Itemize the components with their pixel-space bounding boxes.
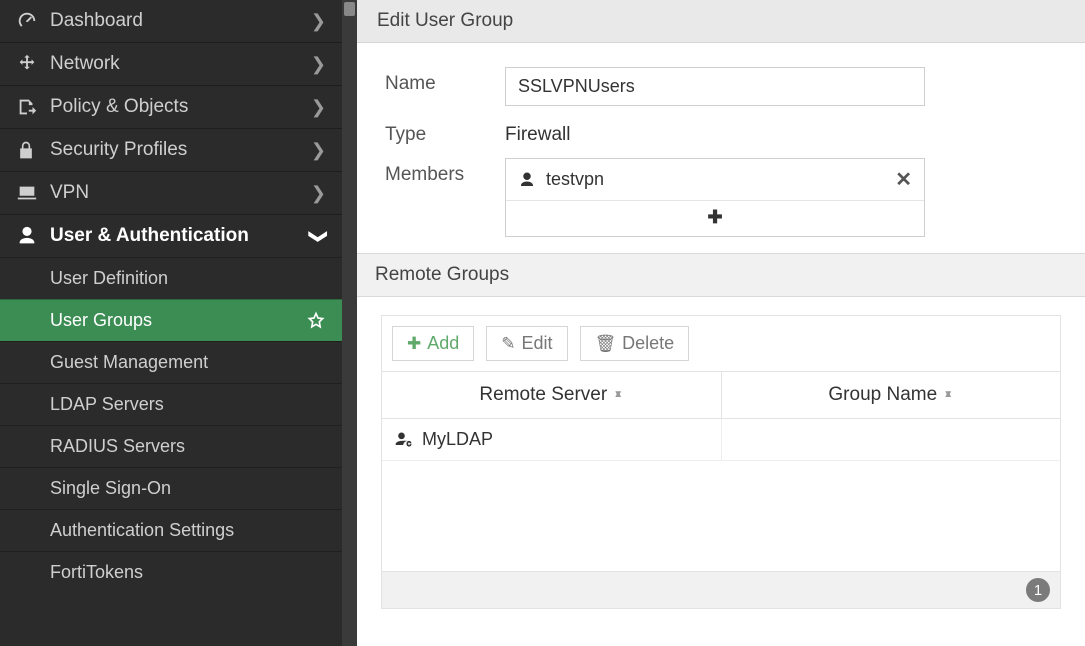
col-label: Group Name bbox=[828, 384, 937, 406]
grid-empty-space bbox=[382, 461, 1060, 571]
row-count-badge: 1 bbox=[1026, 578, 1050, 602]
sidebar-sub-label: Guest Management bbox=[50, 352, 208, 373]
type-value: Firewall bbox=[505, 118, 925, 146]
lock-icon bbox=[16, 140, 44, 160]
remote-groups-grid: Remote Server ▲▼ Group Name ▲▼ MyLDAP bbox=[381, 371, 1061, 609]
sidebar-sub-label: Single Sign-On bbox=[50, 478, 171, 499]
add-button[interactable]: ✚ Add bbox=[392, 326, 474, 361]
sidebar-sub-fortitokens[interactable]: FortiTokens bbox=[0, 551, 342, 593]
grid-header: Remote Server ▲▼ Group Name ▲▼ bbox=[382, 372, 1060, 419]
edit-button-label: Edit bbox=[522, 333, 553, 354]
gauge-icon bbox=[16, 10, 44, 32]
star-icon[interactable] bbox=[306, 311, 326, 331]
sidebar-item-label: Dashboard bbox=[50, 10, 311, 32]
members-box: testvpn ✕ ✚ bbox=[505, 158, 925, 237]
delete-button[interactable]: 🗑 Delete bbox=[580, 326, 690, 361]
sidebar-sub-label: User Definition bbox=[50, 268, 168, 289]
trash-icon: 🗑 bbox=[595, 334, 617, 354]
sidebar-nav: Dashboard ❯ Network ❯ Policy & Objects ❯… bbox=[0, 0, 342, 646]
table-row[interactable]: MyLDAP bbox=[382, 419, 1060, 461]
user-group-form: Name Type Firewall Members testvpn ✕ bbox=[357, 43, 1085, 237]
laptop-icon bbox=[16, 182, 44, 204]
sidebar-sub-label: LDAP Servers bbox=[50, 394, 164, 415]
sidebar-sub-label: Authentication Settings bbox=[50, 520, 234, 541]
sidebar-scrollbar[interactable] bbox=[342, 0, 357, 646]
sidebar-item-label: Network bbox=[50, 53, 311, 75]
sidebar-item-label: Policy & Objects bbox=[50, 96, 311, 118]
sidebar-sub-label: RADIUS Servers bbox=[50, 436, 185, 457]
user-icon bbox=[16, 225, 44, 247]
main-content: Edit User Group Name Type Firewall Membe… bbox=[357, 0, 1085, 646]
sidebar-item-label: User & Authentication bbox=[50, 225, 311, 247]
user-icon bbox=[518, 171, 536, 189]
cell-group-name bbox=[722, 419, 1061, 460]
sidebar-item-user-auth[interactable]: User & Authentication ❯ bbox=[0, 214, 342, 257]
plus-icon: ✚ bbox=[407, 334, 421, 354]
policy-icon bbox=[16, 96, 44, 118]
edit-button[interactable]: ✎ Edit bbox=[486, 326, 567, 361]
page-title: Edit User Group bbox=[357, 0, 1085, 43]
chevron-right-icon: ❯ bbox=[311, 140, 326, 161]
col-group-name[interactable]: Group Name ▲▼ bbox=[722, 372, 1061, 418]
pencil-icon: ✎ bbox=[501, 334, 515, 354]
name-label: Name bbox=[385, 67, 505, 95]
member-label: testvpn bbox=[546, 169, 895, 190]
add-member-button[interactable]: ✚ bbox=[506, 200, 924, 236]
sidebar-sub-ldap-servers[interactable]: LDAP Servers bbox=[0, 383, 342, 425]
chevron-down-icon: ❯ bbox=[308, 228, 329, 243]
delete-button-label: Delete bbox=[622, 333, 674, 354]
move-icon bbox=[16, 53, 44, 75]
sidebar-item-network[interactable]: Network ❯ bbox=[0, 42, 342, 85]
cell-value: MyLDAP bbox=[422, 429, 493, 450]
chevron-right-icon: ❯ bbox=[311, 54, 326, 75]
sidebar-item-label: VPN bbox=[50, 182, 311, 204]
sidebar-sub-guest-management[interactable]: Guest Management bbox=[0, 341, 342, 383]
remote-groups-toolbar: ✚ Add ✎ Edit 🗑 Delete bbox=[381, 315, 1061, 371]
sidebar: Dashboard ❯ Network ❯ Policy & Objects ❯… bbox=[0, 0, 357, 646]
sidebar-sub-radius-servers[interactable]: RADIUS Servers bbox=[0, 425, 342, 467]
remove-member-icon[interactable]: ✕ bbox=[895, 167, 912, 192]
sidebar-sub-user-groups[interactable]: User Groups bbox=[0, 299, 342, 341]
members-label: Members bbox=[385, 158, 505, 186]
remote-groups-body: ✚ Add ✎ Edit 🗑 Delete Remote Server ▲▼ G… bbox=[357, 297, 1085, 637]
sidebar-sub-sso[interactable]: Single Sign-On bbox=[0, 467, 342, 509]
sidebar-sub-label: User Groups bbox=[50, 310, 152, 331]
sidebar-item-dashboard[interactable]: Dashboard ❯ bbox=[0, 0, 342, 42]
cell-remote-server: MyLDAP bbox=[382, 419, 722, 460]
member-item[interactable]: testvpn ✕ bbox=[506, 159, 924, 200]
sidebar-item-security[interactable]: Security Profiles ❯ bbox=[0, 128, 342, 171]
sidebar-item-label: Security Profiles bbox=[50, 139, 311, 161]
scrollbar-thumb[interactable] bbox=[344, 2, 355, 16]
sidebar-sub-label: FortiTokens bbox=[50, 562, 143, 583]
chevron-right-icon: ❯ bbox=[311, 11, 326, 32]
sidebar-sub-user-definition[interactable]: User Definition bbox=[0, 257, 342, 299]
ldap-icon bbox=[394, 430, 414, 450]
name-input[interactable] bbox=[505, 67, 925, 106]
chevron-right-icon: ❯ bbox=[311, 183, 326, 204]
sidebar-sub-auth-settings[interactable]: Authentication Settings bbox=[0, 509, 342, 551]
col-label: Remote Server bbox=[479, 384, 607, 406]
remote-groups-header: Remote Groups bbox=[357, 253, 1085, 297]
sidebar-item-vpn[interactable]: VPN ❯ bbox=[0, 171, 342, 214]
sidebar-item-policy[interactable]: Policy & Objects ❯ bbox=[0, 85, 342, 128]
add-button-label: Add bbox=[427, 333, 459, 354]
type-label: Type bbox=[385, 118, 505, 146]
grid-footer: 1 bbox=[382, 571, 1060, 608]
col-remote-server[interactable]: Remote Server ▲▼ bbox=[382, 372, 722, 418]
chevron-right-icon: ❯ bbox=[311, 97, 326, 118]
